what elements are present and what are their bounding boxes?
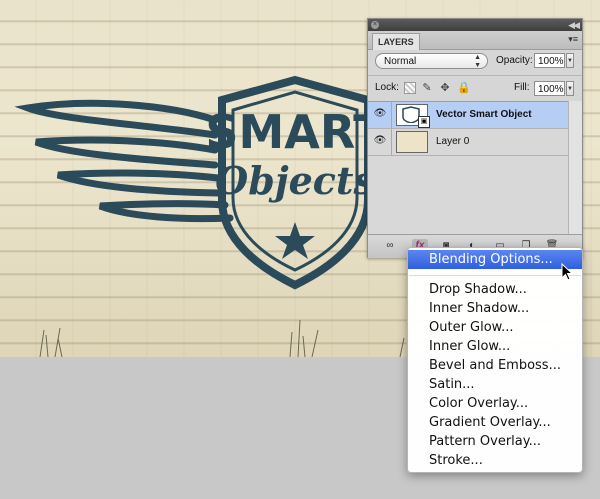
blend-mode-select[interactable]: Normal ▲ ▼ (375, 53, 488, 69)
opacity-dropdown-arrow[interactable]: ▼ (566, 53, 574, 68)
lock-all-icon[interactable]: 🔒 (457, 82, 471, 94)
menu-item-inner-shadow[interactable]: Inner Shadow... (408, 299, 582, 318)
opacity-field[interactable]: 100% (534, 53, 565, 68)
lock-fill-row: Lock: ✎ ✥ 🔒 Fill: 100% ▼ (368, 75, 582, 100)
visibility-toggle[interactable]: 👁 (368, 102, 392, 128)
fill-dropdown-arrow[interactable]: ▼ (566, 81, 574, 96)
link-layers-icon[interactable]: ∞ (382, 239, 398, 253)
menu-item-pattern-overlay[interactable]: Pattern Overlay... (408, 432, 582, 451)
lock-pixels-icon[interactable]: ✎ (421, 82, 433, 94)
menu-item-satin[interactable]: Satin... (408, 375, 582, 394)
artwork-line2: Objects (215, 158, 375, 203)
select-arrows-icon: ▲ ▼ (474, 54, 481, 69)
eye-icon: 👁 (373, 135, 387, 146)
blend-opacity-row: Normal ▲ ▼ Opacity: 100% ▼ (368, 50, 582, 74)
panel-tab-bar: LAYERS ▾≡ (368, 31, 582, 50)
panel-titlebar[interactable]: × ◀◀ (368, 19, 582, 31)
layer-thumbnail: ▣ (396, 104, 430, 128)
panel-menu-icon[interactable]: ▾≡ (568, 34, 578, 45)
close-icon[interactable]: × (371, 21, 379, 29)
fill-label: Fill: (514, 82, 530, 93)
mouse-pointer-icon (561, 263, 573, 281)
layer-row-layer-0[interactable]: 👁 Layer 0 (368, 129, 568, 156)
menu-item-gradient-overlay[interactable]: Gradient Overlay... (408, 413, 582, 432)
eye-icon: 👁 (373, 108, 387, 119)
visibility-toggle[interactable]: 👁 (368, 129, 392, 155)
star-icon (275, 222, 315, 259)
layer-row-vector-smart-object[interactable]: 👁 ▣ Vector Smart Object (368, 102, 568, 129)
layers-panel: × ◀◀ LAYERS ▾≡ Normal ▲ ▼ Opacity: 100% ▼… (367, 18, 583, 258)
layers-scrollbar[interactable] (568, 101, 582, 234)
artwork-line1: SMART (205, 105, 385, 159)
opacity-label: Opacity: (496, 55, 533, 66)
smart-object-badge-icon: ▣ (418, 116, 430, 128)
menu-item-inner-glow[interactable]: Inner Glow... (408, 337, 582, 356)
menu-item-stroke[interactable]: Stroke... (408, 451, 582, 470)
menu-item-blending-options[interactable]: Blending Options... (408, 250, 582, 269)
layer-style-menu: Blending Options... Drop Shadow... Inner… (407, 247, 583, 473)
menu-item-bevel-emboss[interactable]: Bevel and Emboss... (408, 356, 582, 375)
menu-separator (409, 275, 581, 276)
collapse-icon[interactable]: ◀◀ (568, 19, 580, 31)
layer-name: Vector Smart Object (436, 109, 532, 120)
lock-position-icon[interactable]: ✥ (439, 82, 451, 94)
lock-label: Lock: (375, 82, 399, 93)
menu-item-color-overlay[interactable]: Color Overlay... (408, 394, 582, 413)
menu-item-drop-shadow[interactable]: Drop Shadow... (408, 280, 582, 299)
menu-item-outer-glow[interactable]: Outer Glow... (408, 318, 582, 337)
tab-layers[interactable]: LAYERS (372, 33, 420, 50)
blend-mode-value: Normal (384, 56, 417, 67)
fill-field[interactable]: 100% (534, 81, 565, 96)
layer-thumbnail (396, 131, 428, 153)
layer-name: Layer 0 (436, 136, 470, 147)
layers-list: 👁 ▣ Vector Smart Object 👁 Layer 0 (368, 101, 568, 235)
lock-transparency-icon[interactable] (404, 82, 416, 94)
